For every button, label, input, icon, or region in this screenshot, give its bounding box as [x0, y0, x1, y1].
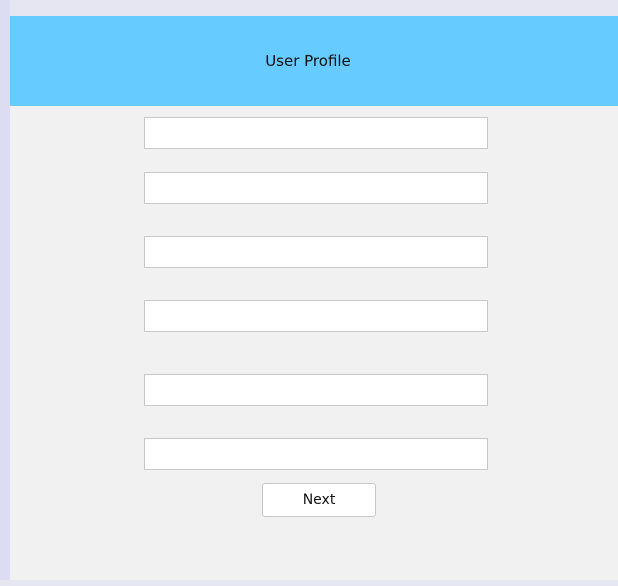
- header-bar: User Profile: [10, 16, 618, 106]
- user-profile-panel: User Profile Next: [10, 16, 618, 580]
- window-frame: User Profile Next: [0, 0, 618, 586]
- profile-field-1[interactable]: [144, 117, 488, 149]
- profile-field-6[interactable]: [144, 438, 488, 470]
- window-border-left: [0, 0, 10, 586]
- profile-field-5[interactable]: [144, 374, 488, 406]
- window-border-bottom: [0, 580, 618, 586]
- next-button[interactable]: Next: [262, 483, 376, 517]
- page-title: User Profile: [265, 52, 351, 70]
- profile-field-2[interactable]: [144, 172, 488, 204]
- window-border-top: [0, 0, 618, 16]
- profile-field-4[interactable]: [144, 300, 488, 332]
- profile-field-3[interactable]: [144, 236, 488, 268]
